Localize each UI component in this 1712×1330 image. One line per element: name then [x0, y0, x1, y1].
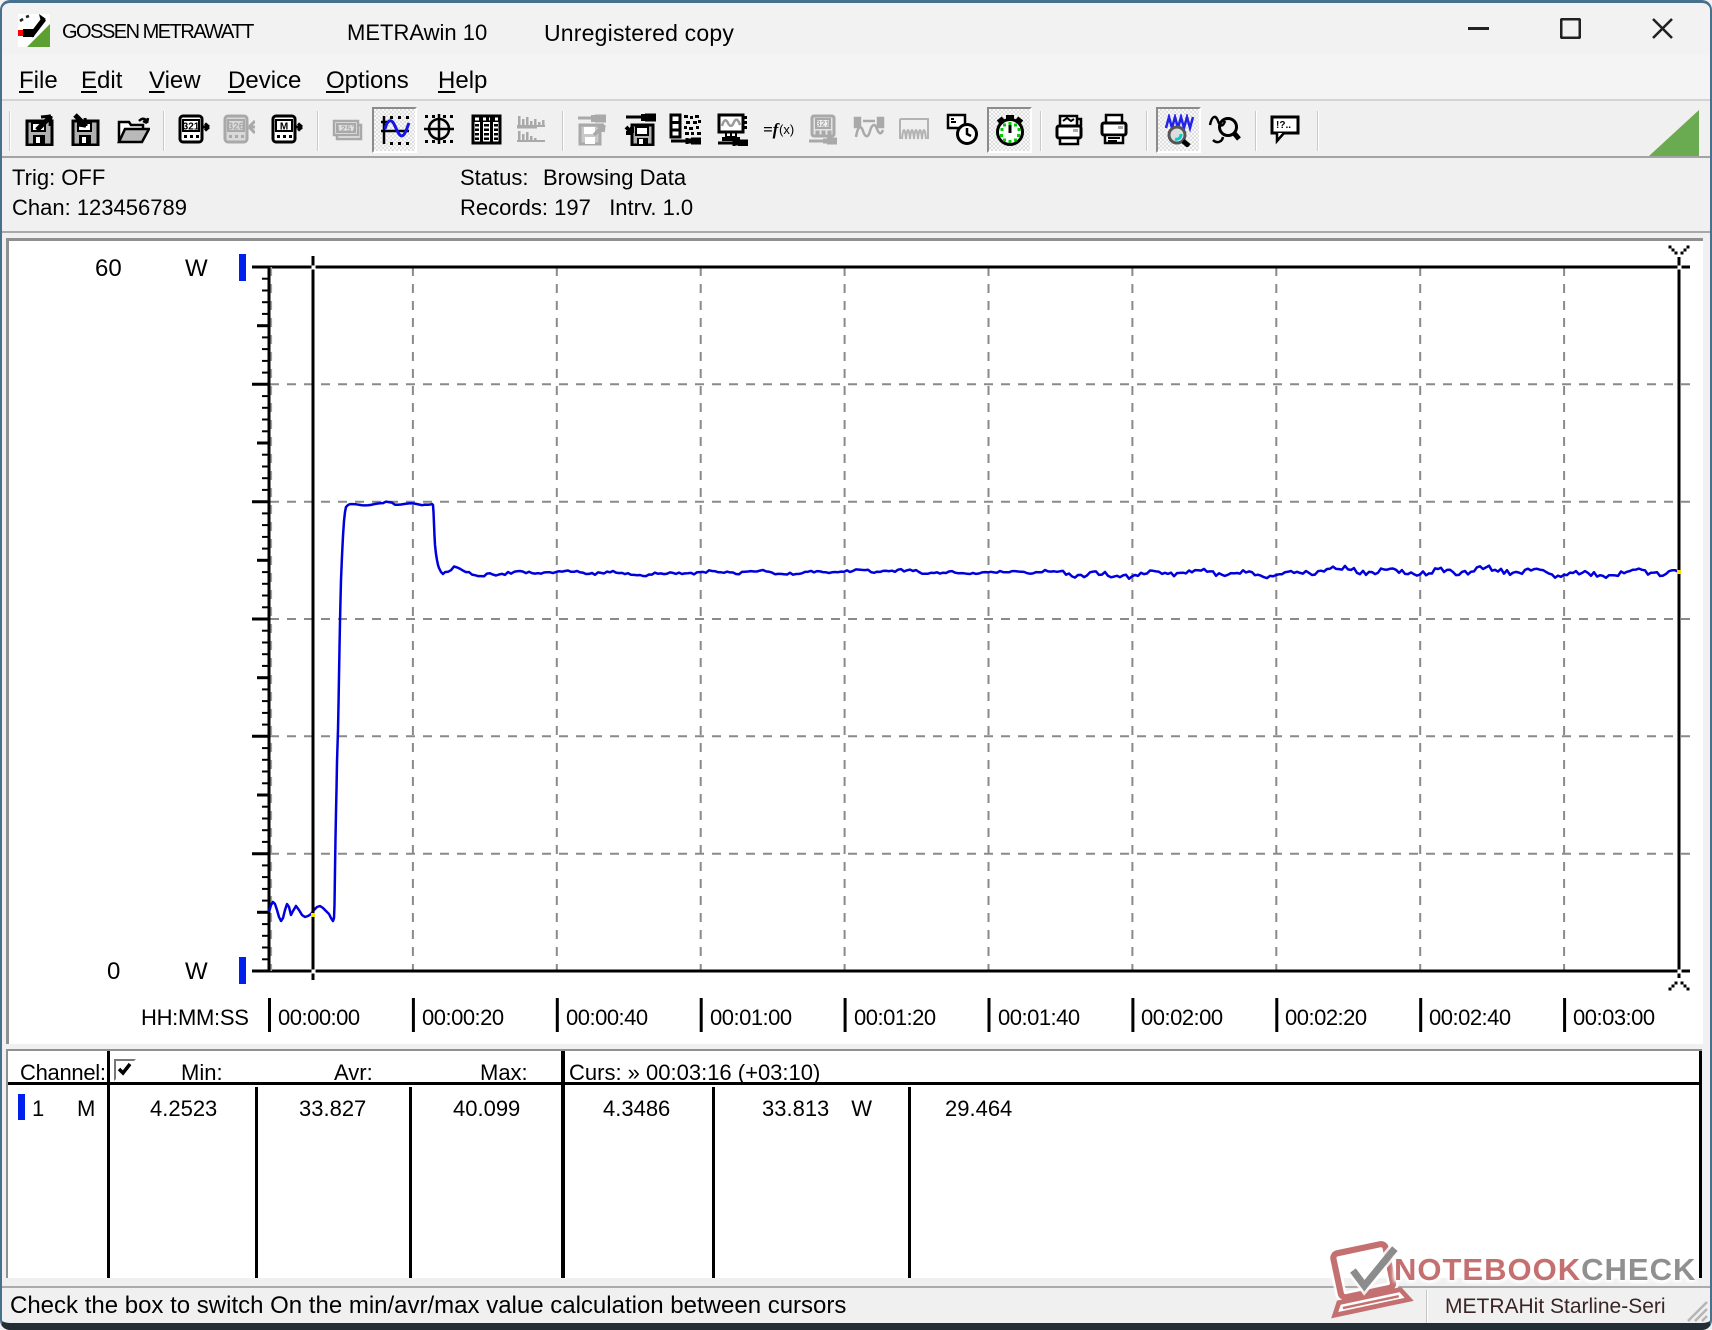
svg-text:W: W: [185, 255, 208, 282]
svg-text:00:00:20: 00:00:20: [422, 1005, 504, 1030]
svg-text:0: 0: [107, 958, 120, 985]
svg-text:W: W: [185, 958, 208, 985]
svg-text:00:01:40: 00:01:40: [998, 1005, 1080, 1030]
svg-text:60: 60: [95, 255, 122, 282]
svg-text:HH:MM:SS: HH:MM:SS: [141, 1005, 249, 1030]
svg-text:00:02:20: 00:02:20: [1285, 1005, 1367, 1030]
svg-text:00:00:00: 00:00:00: [278, 1005, 360, 1030]
svg-text:00:01:20: 00:01:20: [854, 1005, 936, 1030]
svg-text:00:01:00: 00:01:00: [710, 1005, 792, 1030]
svg-text:00:02:00: 00:02:00: [1141, 1005, 1223, 1030]
svg-text:00:03:00: 00:03:00: [1573, 1005, 1655, 1030]
svg-text:00:02:40: 00:02:40: [1429, 1005, 1511, 1030]
svg-text:00:00:40: 00:00:40: [566, 1005, 648, 1030]
